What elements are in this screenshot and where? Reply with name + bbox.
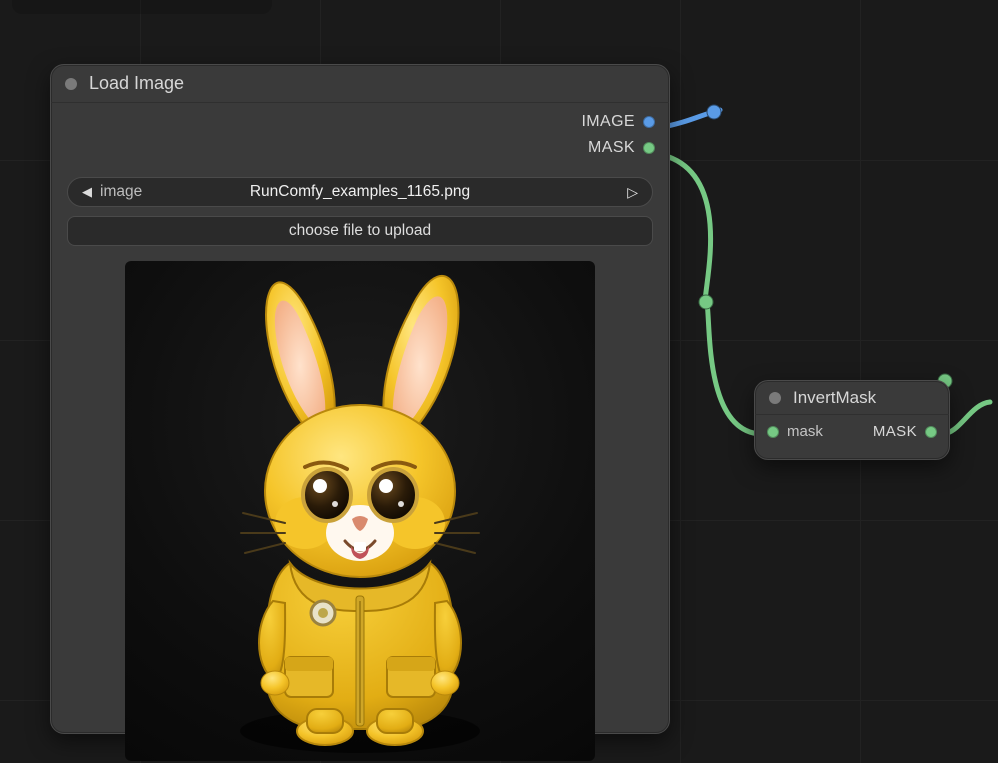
node-title-bar[interactable]: InvertMask [755, 381, 949, 415]
bunny-illustration-icon [125, 261, 595, 761]
input-mask-port-icon[interactable] [767, 426, 779, 438]
output-image-row[interactable]: IMAGE [581, 113, 655, 131]
chevron-right-icon[interactable]: ▷ [627, 184, 638, 201]
output-mask-row[interactable]: MASK [588, 139, 655, 157]
input-mask-label: mask [787, 423, 823, 440]
offscreen-node-shadow [12, 0, 272, 14]
widgets-area: ◀ image RunComfy_examples_1165.png ▷ cho… [67, 177, 653, 246]
upload-button[interactable]: choose file to upload [67, 216, 653, 246]
image-select-value: RunComfy_examples_1165.png [250, 183, 470, 201]
output-image-label: IMAGE [581, 113, 635, 131]
output-image-port-icon[interactable] [643, 116, 655, 128]
upload-button-label: choose file to upload [289, 222, 431, 240]
node-title: Load Image [89, 73, 184, 94]
node-invert-mask[interactable]: InvertMask mask MASK [754, 380, 950, 460]
node-title-bar[interactable]: Load Image [51, 65, 669, 103]
image-select-widget[interactable]: ◀ image RunComfy_examples_1165.png ▷ [67, 177, 653, 207]
node-ports: mask MASK [755, 415, 949, 453]
collapse-dot-icon[interactable] [65, 78, 77, 90]
node-graph-canvas[interactable]: Load Image IMAGE MASK ◀ image RunComfy_e… [0, 0, 998, 763]
image-preview[interactable] [125, 261, 595, 761]
node-load-image[interactable]: Load Image IMAGE MASK ◀ image RunComfy_e… [50, 64, 670, 734]
output-mask-port-icon[interactable] [925, 426, 937, 438]
node-title: InvertMask [793, 388, 876, 408]
output-mask-label: MASK [873, 423, 917, 440]
node-outputs: IMAGE MASK [581, 113, 655, 157]
image-select-label: image [100, 183, 142, 201]
chevron-left-icon[interactable]: ◀ [82, 184, 92, 200]
collapse-dot-icon[interactable] [769, 392, 781, 404]
output-mask-label: MASK [588, 139, 635, 157]
output-mask-port-icon[interactable] [643, 142, 655, 154]
output-mask-row[interactable]: MASK [873, 423, 937, 440]
input-mask-row[interactable]: mask [767, 423, 823, 440]
